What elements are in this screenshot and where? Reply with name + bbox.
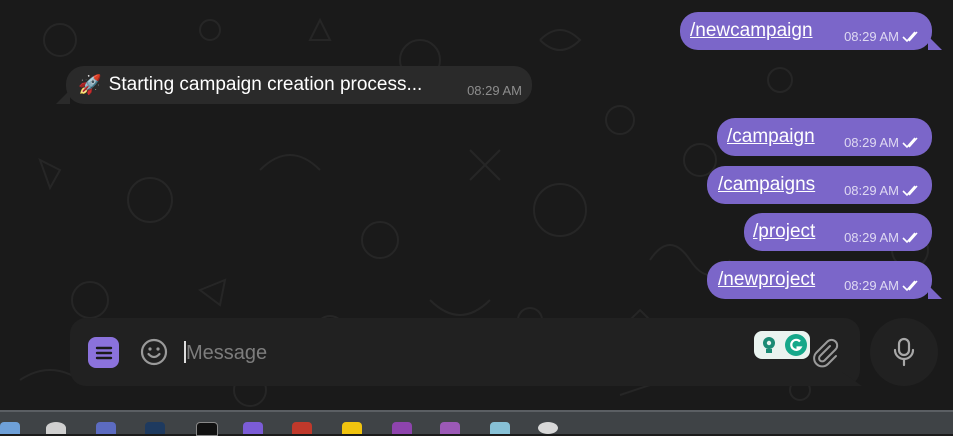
text-caret	[184, 341, 186, 363]
message-text[interactable]: /newproject	[718, 269, 815, 291]
app-icon-6[interactable]	[243, 422, 263, 434]
app-icon-10[interactable]	[440, 422, 460, 434]
double-check-icon	[902, 184, 918, 196]
double-check-icon	[902, 231, 918, 243]
message-outgoing[interactable]: /project 08:29 AM	[744, 213, 932, 251]
bulb-extension-icon[interactable]	[754, 331, 784, 359]
x-icon[interactable]	[196, 422, 218, 436]
steam-icon[interactable]	[145, 422, 165, 434]
microphone-button[interactable]	[870, 318, 938, 386]
double-check-icon	[902, 279, 918, 291]
message-time: 08:29 AM	[467, 83, 522, 98]
menu-lines-icon	[95, 346, 112, 359]
message-time: 08:29 AM	[844, 230, 899, 245]
message-time: 08:29 AM	[844, 278, 899, 293]
message-time: 08:29 AM	[844, 29, 899, 44]
message-meta: 08:29 AM	[467, 83, 522, 98]
message-meta: 08:29 AM	[844, 230, 922, 245]
rocket-icon: 🚀	[78, 75, 102, 96]
grammarly-icon[interactable]	[782, 331, 810, 359]
message-meta: 08:29 AM	[844, 183, 922, 198]
paperclip-icon[interactable]	[810, 338, 840, 368]
taskbar	[0, 410, 953, 436]
bot-menu-button[interactable]	[88, 337, 119, 368]
smiley-icon[interactable]	[139, 337, 169, 367]
message-text[interactable]: /project	[753, 221, 815, 243]
message-text: Starting campaign creation process...	[108, 74, 423, 95]
app-icon-8[interactable]	[342, 422, 362, 434]
message-time: 08:29 AM	[844, 135, 899, 150]
message-input[interactable]	[184, 334, 708, 372]
message-outgoing[interactable]: /newcampaign 08:29 AM	[680, 12, 932, 50]
message-text[interactable]: /newcampaign	[690, 20, 813, 42]
app-icon-7[interactable]	[292, 422, 312, 434]
message-meta: 08:29 AM	[844, 135, 922, 150]
message-text[interactable]: /campaigns	[718, 174, 815, 196]
app-icon-3[interactable]	[96, 422, 116, 434]
app-icon-11[interactable]	[490, 422, 510, 434]
message-meta: 08:29 AM	[844, 278, 922, 293]
message-meta: 08:29 AM	[844, 29, 922, 44]
message-text[interactable]: /campaign	[727, 126, 815, 148]
double-check-icon	[902, 30, 918, 42]
app-icon-1[interactable]	[0, 422, 20, 434]
message-outgoing[interactable]: /campaigns 08:29 AM	[707, 166, 932, 204]
message-outgoing[interactable]: /campaign 08:29 AM	[717, 118, 932, 156]
message-composer	[70, 318, 860, 386]
message-incoming[interactable]: 🚀 Starting campaign creation process... …	[66, 66, 532, 104]
app-icon-2[interactable]	[46, 422, 66, 434]
settings-gear-icon[interactable]	[538, 422, 558, 434]
message-time: 08:29 AM	[844, 183, 899, 198]
microphone-icon	[893, 337, 915, 367]
message-outgoing[interactable]: /newproject 08:29 AM	[707, 261, 932, 299]
double-check-icon	[902, 136, 918, 148]
app-icon-9[interactable]	[392, 422, 412, 434]
